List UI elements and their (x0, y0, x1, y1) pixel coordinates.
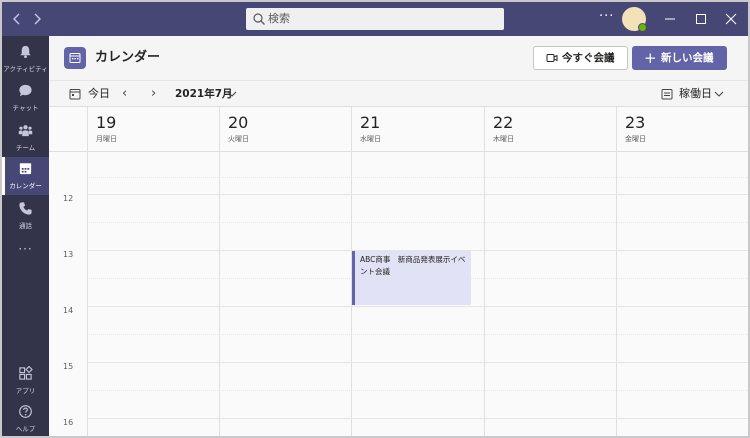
day-number: 20 (228, 113, 249, 132)
close-icon[interactable] (721, 9, 741, 29)
plus-icon: + (644, 49, 657, 67)
day-number: 19 (96, 113, 117, 132)
search-icon (253, 13, 265, 25)
bell-icon (20, 45, 31, 59)
presence-available-icon (638, 23, 647, 32)
hour-line (87, 306, 748, 307)
rail-label: アプリ (15, 387, 36, 395)
day-header-fri[interactable]: 23 金曜日 (616, 107, 748, 151)
apps-icon (19, 366, 33, 380)
help-icon (19, 405, 32, 418)
rail-item-calendar[interactable]: カレンダー (2, 157, 49, 195)
hour-line (87, 194, 748, 195)
forward-arrow-icon[interactable] (28, 10, 46, 28)
meet-now-button[interactable]: 今すぐ会議 (533, 46, 628, 70)
next-week-icon[interactable]: › (151, 81, 156, 107)
more-options-icon[interactable]: ··· (599, 8, 614, 26)
hour-label: 14 (63, 306, 74, 315)
rail-label: アクティビティ (3, 65, 48, 73)
rail-item-calls[interactable]: 通話 (2, 197, 49, 235)
rail-item-activity[interactable]: アクティビティ (2, 40, 49, 78)
rail-label: ヘルプ (15, 425, 36, 433)
calendar-app-badge (64, 47, 86, 69)
month-picker[interactable]: 2021年7月 (175, 81, 233, 107)
calendar-icon (19, 163, 32, 175)
view-label: 稼働日 (679, 87, 712, 100)
calendar-today-icon (69, 89, 81, 100)
day-number: 22 (493, 113, 514, 132)
day-number: 21 (360, 113, 381, 132)
calendar-header: カレンダー 今すぐ会議 + 新しい会議 (49, 36, 748, 80)
day-column-border (219, 107, 220, 436)
hour-label: 12 (63, 194, 74, 203)
day-header-wed[interactable]: 21 水曜日 (351, 107, 484, 151)
page-title: カレンダー (95, 50, 161, 65)
calendar-toolbar: 今日 ‹ › 2021年7月 稼働日 (49, 80, 748, 106)
app-rail: アクティビティ チャット チーム カレンダー 通話 ··· アプリ ヘルプ (2, 36, 49, 436)
new-meeting-label: 新しい会議 (661, 52, 714, 64)
day-name: 月曜日 (96, 135, 117, 143)
rail-item-help[interactable]: ヘルプ (2, 400, 49, 436)
new-meeting-button[interactable]: + 新しい会議 (632, 46, 727, 70)
search-placeholder: 検索 (268, 12, 290, 25)
rail-item-teams[interactable]: チーム (2, 119, 49, 157)
today-label: 今日 (88, 87, 110, 100)
calendar-icon (69, 53, 81, 63)
rail-label: カレンダー (9, 182, 42, 190)
rail-label: チーム (15, 144, 36, 152)
day-name: 火曜日 (228, 135, 249, 143)
rail-item-chat[interactable]: チャット (2, 79, 49, 117)
day-column-border (484, 107, 485, 436)
maximize-icon[interactable] (691, 9, 711, 29)
week-grid: 19 月曜日 20 火曜日 21 水曜日 22 木曜日 23 金曜日 12 13… (49, 106, 748, 436)
minimize-icon[interactable] (660, 9, 680, 29)
day-name: 木曜日 (493, 135, 514, 143)
avatar[interactable] (622, 7, 647, 32)
previous-week-icon[interactable]: ‹ (122, 81, 127, 107)
teams-icon (18, 125, 33, 137)
day-header-tue[interactable]: 20 火曜日 (219, 107, 351, 151)
rail-label: 通話 (19, 222, 32, 230)
hour-label: 15 (63, 362, 74, 371)
hour-line (87, 418, 748, 419)
day-header-mon[interactable]: 19 月曜日 (87, 107, 219, 151)
title-bar: 検索 ··· (2, 2, 748, 36)
day-number: 23 (625, 113, 646, 132)
day-column-border (616, 107, 617, 436)
day-name: 金曜日 (625, 135, 646, 143)
half-hour-line (87, 334, 748, 335)
half-hour-line (87, 390, 748, 391)
day-name: 水曜日 (360, 135, 381, 143)
chevron-down-icon[interactable] (227, 90, 237, 98)
chat-icon (19, 84, 32, 97)
hour-line (87, 362, 748, 363)
day-header-thu[interactable]: 22 木曜日 (484, 107, 616, 151)
chevron-down-icon (714, 91, 724, 97)
half-hour-line (87, 222, 748, 223)
event-title: ABC商事 新商品発表展示イベント会議 (360, 255, 466, 276)
half-hour-line (87, 177, 748, 178)
hour-label: 13 (63, 250, 74, 259)
header-divider (49, 151, 748, 152)
teams-window: 検索 ··· アクティビティ チャット チーム カレンダー 通話 ··· アプリ… (2, 2, 748, 436)
search-input[interactable]: 検索 (246, 8, 504, 30)
video-camera-icon (546, 54, 558, 62)
more-apps-icon[interactable]: ··· (2, 242, 49, 256)
phone-icon (19, 202, 32, 215)
rail-label: チャット (12, 104, 39, 112)
hour-label: 16 (63, 418, 74, 427)
time-gutter-border (87, 107, 88, 436)
meet-now-label: 今すぐ会議 (562, 52, 615, 64)
rail-item-apps[interactable]: アプリ (2, 362, 49, 400)
back-arrow-icon[interactable] (8, 10, 26, 28)
calendar-view-icon (661, 89, 673, 100)
calendar-event[interactable]: ABC商事 新商品発表展示イベント会議 (352, 251, 471, 305)
